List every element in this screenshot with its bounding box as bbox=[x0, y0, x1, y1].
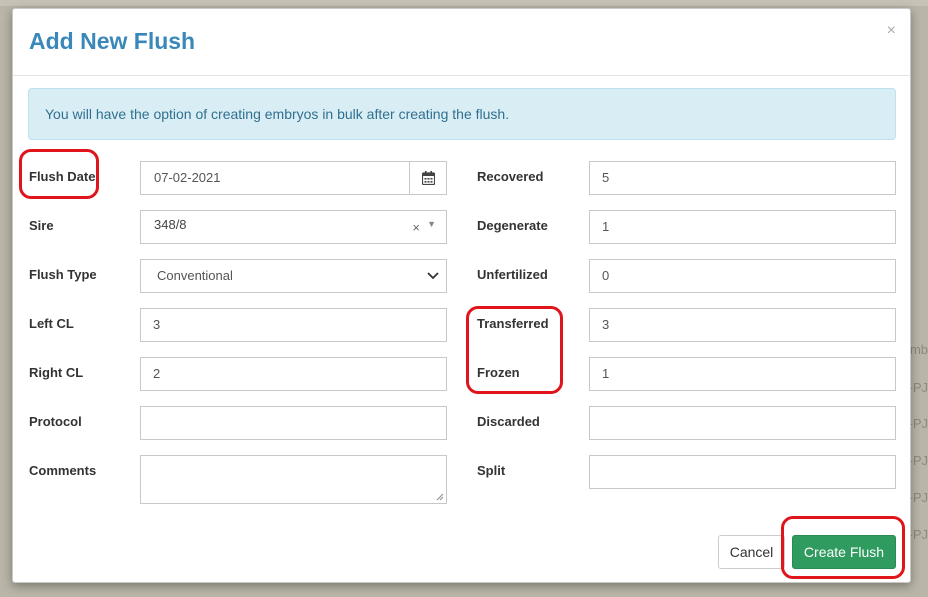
create-flush-button[interactable]: Create Flush bbox=[792, 535, 896, 569]
backdrop-fragment: -PJ bbox=[908, 527, 928, 542]
flush-date-input[interactable]: 07-02-2021 bbox=[140, 161, 447, 195]
transferred-label: Transferred bbox=[477, 316, 549, 331]
flush-date-value: 07-02-2021 bbox=[154, 170, 221, 185]
modal-title: Add New Flush bbox=[29, 28, 196, 54]
sire-value: 348/8 bbox=[154, 217, 187, 232]
backdrop-fragment: mb bbox=[909, 342, 928, 357]
backdrop-fragment: -PJ bbox=[908, 490, 928, 505]
protocol-input[interactable] bbox=[140, 406, 447, 440]
comments-label: Comments bbox=[29, 463, 97, 478]
flush-date-label: Flush Date bbox=[29, 169, 96, 184]
flush-type-value: Conventional bbox=[157, 268, 233, 283]
split-label: Split bbox=[477, 463, 506, 478]
degenerate-input[interactable]: 1 bbox=[589, 210, 896, 244]
sire-label: Sire bbox=[29, 218, 54, 233]
recovered-label: Recovered bbox=[477, 169, 544, 184]
comments-textarea[interactable] bbox=[140, 455, 447, 504]
discarded-label: Discarded bbox=[477, 414, 540, 429]
backdrop-fragment: -PJ bbox=[908, 380, 928, 395]
chevron-down-icon bbox=[427, 272, 439, 280]
backdrop-panel bbox=[0, 0, 928, 6]
left-cl-input[interactable]: 3 bbox=[140, 308, 447, 342]
info-alert: You will have the option of creating emb… bbox=[28, 88, 896, 140]
flush-type-select[interactable]: Conventional bbox=[140, 259, 447, 293]
header-divider bbox=[13, 75, 910, 76]
cancel-button[interactable]: Cancel bbox=[718, 535, 785, 569]
backdrop-fragment: -PJ bbox=[908, 416, 928, 431]
close-icon[interactable]: × bbox=[887, 23, 896, 39]
unfertilized-label: Unfertilized bbox=[477, 267, 548, 282]
resize-grip-icon[interactable] bbox=[436, 493, 444, 501]
calendar-button[interactable] bbox=[409, 162, 446, 194]
clear-icon[interactable]: × bbox=[412, 220, 420, 235]
left-cl-label: Left CL bbox=[29, 316, 74, 331]
frozen-label: Frozen bbox=[477, 365, 520, 380]
sire-select[interactable]: 348/8 × ▼ bbox=[140, 210, 447, 244]
calendar-icon bbox=[421, 171, 435, 185]
right-cl-label: Right CL bbox=[29, 365, 84, 380]
transferred-input[interactable]: 3 bbox=[589, 308, 896, 342]
split-input[interactable] bbox=[589, 455, 896, 489]
add-flush-modal: Add New Flush × You will have the option… bbox=[12, 8, 911, 583]
flush-type-label: Flush Type bbox=[29, 267, 97, 282]
discarded-input[interactable] bbox=[589, 406, 896, 440]
backdrop-fragment: -PJ bbox=[908, 453, 928, 468]
frozen-input[interactable]: 1 bbox=[589, 357, 896, 391]
right-cl-input[interactable]: 2 bbox=[140, 357, 447, 391]
caret-down-icon[interactable]: ▼ bbox=[427, 219, 436, 229]
protocol-label: Protocol bbox=[29, 414, 82, 429]
recovered-input[interactable]: 5 bbox=[589, 161, 896, 195]
degenerate-label: Degenerate bbox=[477, 218, 548, 233]
unfertilized-input[interactable]: 0 bbox=[589, 259, 896, 293]
